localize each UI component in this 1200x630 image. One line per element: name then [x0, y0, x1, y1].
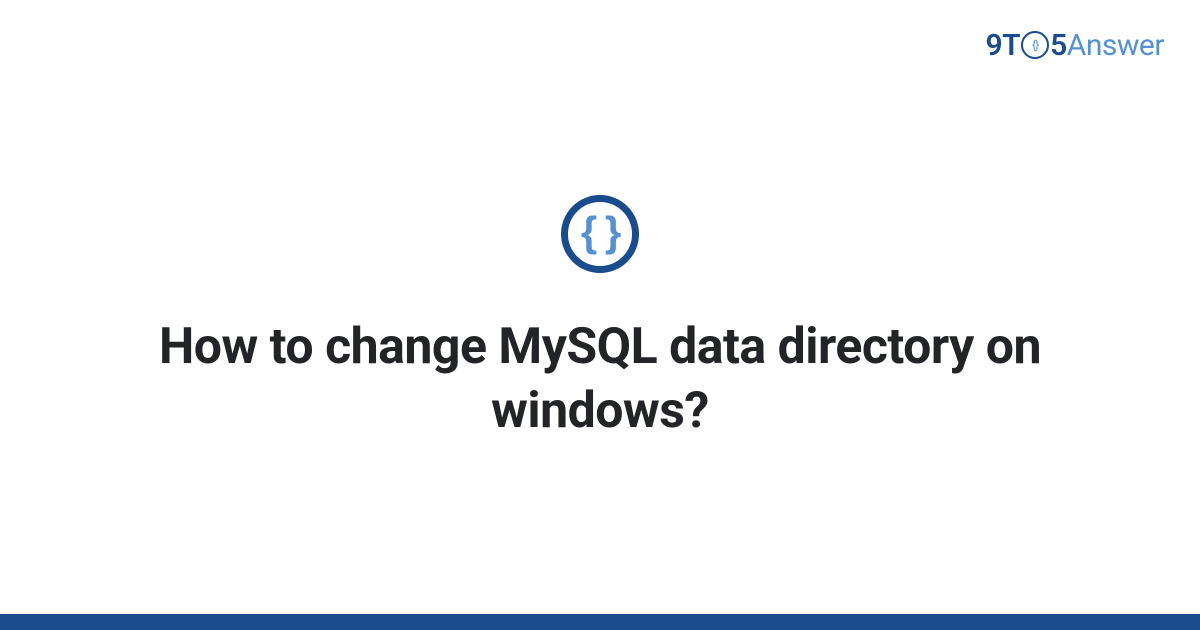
code-category-icon: { } — [561, 195, 639, 273]
brand-text-5: 5 — [1050, 28, 1067, 63]
main-content: { } How to change MySQL data directory o… — [0, 0, 1200, 630]
site-logo[interactable]: 9T{}5Answer — [986, 28, 1164, 63]
clock-icon: {} — [1021, 31, 1049, 59]
question-title: How to change MySQL data directory on wi… — [150, 315, 1050, 443]
brand-text-9t: 9T — [986, 28, 1021, 63]
footer-accent-bar — [0, 614, 1200, 630]
brand-text-answer: Answer — [1067, 28, 1164, 63]
braces-icon: { } — [581, 211, 619, 253]
